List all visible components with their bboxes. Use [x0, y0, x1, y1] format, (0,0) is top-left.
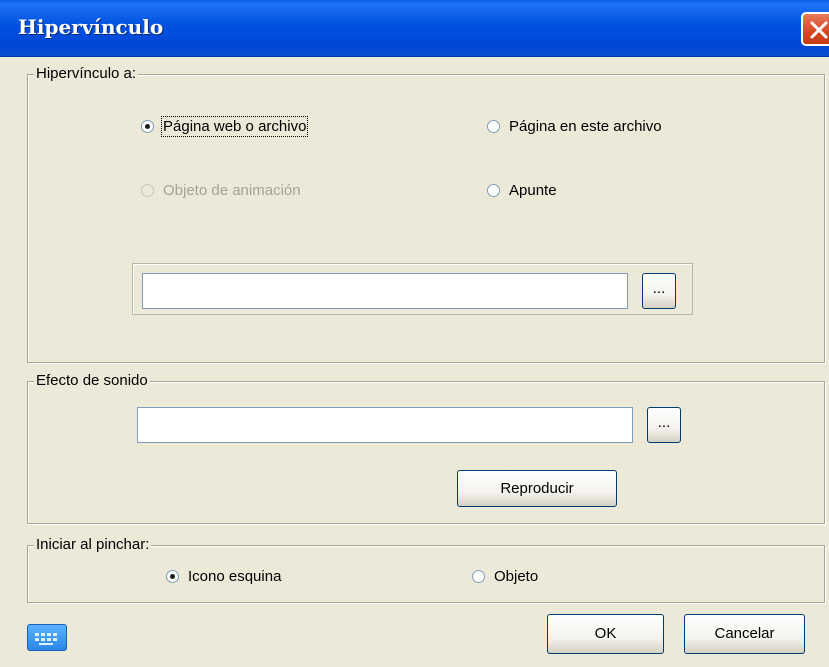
- keyboard-icon[interactable]: [27, 624, 67, 651]
- start-group-legend: Iniciar al pinchar:: [34, 536, 152, 553]
- radio-web-page-label: Página web o archivo: [160, 116, 309, 137]
- radio-note-label: Apunte: [509, 182, 557, 199]
- radio-animation-object: Objeto de animación: [141, 182, 301, 199]
- radio-corner-icon[interactable]: Icono esquina: [166, 568, 281, 585]
- radio-object-label: Objeto: [494, 568, 539, 585]
- close-icon: [810, 21, 828, 39]
- radio-note[interactable]: Apunte: [487, 182, 557, 199]
- close-button[interactable]: [801, 12, 829, 46]
- radio-page-in-file-dot[interactable]: [487, 120, 500, 133]
- keyboard-keys-icon: [35, 633, 57, 645]
- sound-group-legend: Efecto de sonido: [34, 372, 150, 389]
- hyperlink-path-input[interactable]: [142, 273, 628, 309]
- start-group: Iniciar al pinchar:: [27, 536, 825, 603]
- radio-animation-object-dot: [141, 184, 154, 197]
- radio-object[interactable]: Objeto: [472, 568, 538, 585]
- radio-web-page-dot[interactable]: [141, 120, 154, 133]
- ok-button[interactable]: OK: [547, 614, 664, 654]
- title-bar[interactable]: Hipervínculo: [0, 0, 829, 57]
- radio-animation-object-label: Objeto de animación: [163, 182, 301, 199]
- sound-path-input[interactable]: [137, 407, 633, 443]
- radio-corner-icon-dot[interactable]: [166, 570, 179, 583]
- hyperlink-browse-button[interactable]: ...: [642, 273, 676, 309]
- radio-object-dot[interactable]: [472, 570, 485, 583]
- cancel-button[interactable]: Cancelar: [684, 614, 805, 654]
- radio-web-page[interactable]: Página web o archivo: [141, 116, 309, 137]
- radio-corner-icon-label: Icono esquina: [188, 568, 282, 585]
- play-button[interactable]: Reproducir: [457, 470, 617, 507]
- sound-browse-button[interactable]: ...: [647, 407, 681, 443]
- radio-note-dot[interactable]: [487, 184, 500, 197]
- hyperlink-group-legend: Hipervínculo a:: [34, 65, 139, 82]
- radio-page-in-file[interactable]: Página en este archivo: [487, 118, 662, 135]
- sound-group: Efecto de sonido: [27, 372, 825, 524]
- dialog-title: Hipervínculo: [18, 15, 164, 39]
- radio-page-in-file-label: Página en este archivo: [509, 118, 662, 135]
